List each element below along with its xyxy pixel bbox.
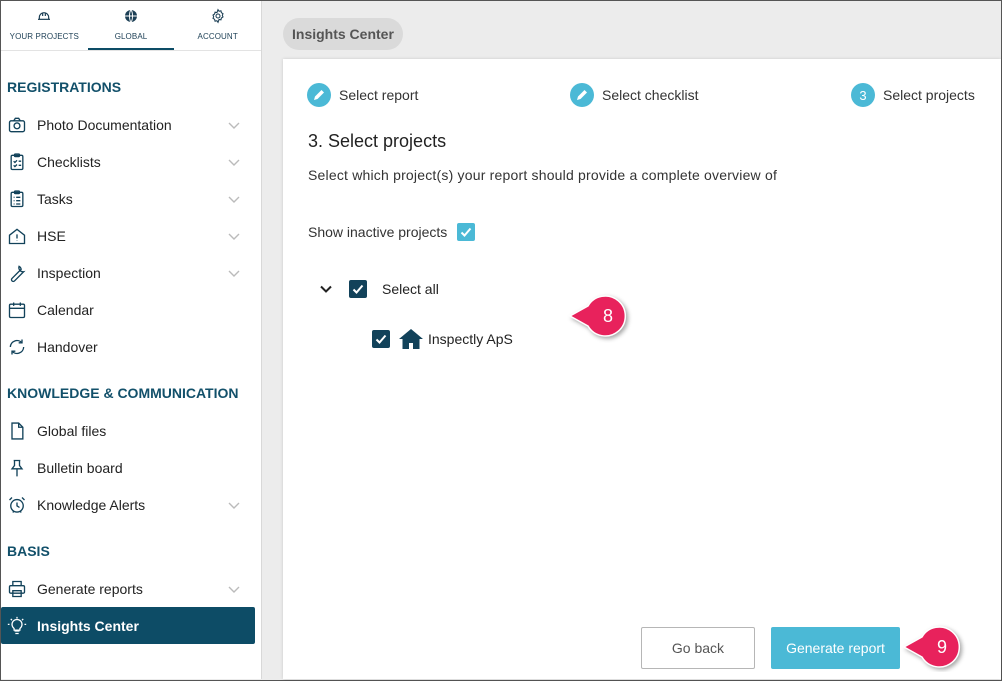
- tab-account[interactable]: ACCOUNT: [174, 1, 261, 50]
- tab-label: GLOBAL: [114, 32, 148, 41]
- annotation-marker-9: 9: [902, 626, 960, 668]
- sidebar-item-generate-reports[interactable]: Generate reports: [1, 570, 261, 607]
- sidebar-item-hse[interactable]: HSE: [1, 217, 261, 254]
- checkmark-icon: [352, 284, 364, 294]
- chevron-down-icon[interactable]: [319, 282, 333, 296]
- sidebar-item-knowledge-alerts[interactable]: Knowledge Alerts: [1, 486, 261, 523]
- section-registrations: REGISTRATIONS: [7, 79, 122, 95]
- show-inactive-row: Show inactive projects: [308, 223, 476, 241]
- select-all-row: Select all: [319, 280, 439, 298]
- select-all-checkbox[interactable]: [349, 280, 367, 298]
- top-navigation: YOUR PROJECTS GLOBAL ACCOUNT: [1, 1, 261, 51]
- annotation-number: 8: [603, 306, 613, 326]
- sidebar-item-label: HSE: [37, 227, 66, 244]
- home-icon: [399, 329, 423, 349]
- sidebar-item-label: Bulletin board: [37, 459, 123, 476]
- sync-icon: [7, 337, 27, 357]
- checkmark-icon: [461, 227, 472, 237]
- sidebar-item-label: Checklists: [37, 153, 101, 170]
- chevron-down-icon[interactable]: [227, 229, 241, 243]
- sidebar-item-label: Generate reports: [37, 580, 143, 597]
- gear-icon: [212, 8, 224, 24]
- sidebar-item-bulletin-board[interactable]: Bulletin board: [1, 449, 261, 486]
- step-select-checklist[interactable]: Select checklist: [570, 83, 698, 107]
- step-select-report[interactable]: Select report: [307, 83, 418, 107]
- hard-hat-icon: [38, 12, 51, 20]
- annotation-number: 9: [937, 637, 947, 657]
- section-basis: BASIS: [7, 543, 50, 559]
- sidebar-item-handover[interactable]: Handover: [1, 328, 261, 365]
- tab-label: ACCOUNT: [197, 32, 238, 41]
- project-name: Inspectly ApS: [428, 331, 513, 347]
- sidebar-item-label: Knowledge Alerts: [37, 496, 146, 513]
- project-checkbox[interactable]: [372, 330, 390, 348]
- wizard-card: Select report Select checklist 3 Select …: [283, 59, 1001, 679]
- wrench-icon: [7, 263, 27, 283]
- clipboard-check-icon: [7, 152, 27, 172]
- tab-global[interactable]: GLOBAL: [87, 1, 175, 50]
- sidebar-item-label: Tasks: [37, 190, 73, 207]
- show-inactive-label: Show inactive projects: [308, 224, 448, 240]
- section-heading: 3. Select projects: [308, 131, 447, 151]
- camera-icon: [7, 115, 27, 135]
- file-icon: [7, 421, 27, 441]
- step-number: 3: [851, 83, 875, 107]
- wizard-steps: Select report Select checklist 3 Select …: [307, 83, 975, 107]
- section-knowledge-communication: KNOWLEDGE & COMMUNICATION: [7, 385, 239, 401]
- sidebar-item-label: Insights Center: [37, 617, 139, 634]
- step-select-projects[interactable]: 3 Select projects: [851, 83, 975, 107]
- chevron-down-icon[interactable]: [227, 155, 241, 169]
- sidebar-item-insights-center[interactable]: Insights Center: [1, 607, 255, 644]
- globe-icon: [125, 9, 137, 23]
- lightbulb-icon: [7, 616, 27, 636]
- tab-label: YOUR PROJECTS: [9, 32, 79, 41]
- house-warning-icon: [7, 226, 27, 246]
- checkmark-icon: [375, 334, 387, 344]
- sidebar-item-label: Handover: [37, 338, 98, 355]
- sidebar-item-label: Calendar: [37, 301, 94, 318]
- chevron-down-icon[interactable]: [227, 266, 241, 280]
- select-all-label: Select all: [382, 281, 439, 297]
- go-back-button[interactable]: Go back: [641, 627, 755, 669]
- section-description: Select which project(s) your report shou…: [308, 167, 778, 183]
- sidebar-item-global-files[interactable]: Global files: [1, 412, 261, 449]
- chevron-down-icon[interactable]: [227, 118, 241, 132]
- step-label: Select checklist: [602, 87, 699, 103]
- sidebar-item-tasks[interactable]: Tasks: [1, 180, 261, 217]
- sidebar-item-label: Photo Documentation: [37, 116, 172, 133]
- sidebar-item-inspection[interactable]: Inspection: [1, 254, 261, 291]
- project-row: Inspectly ApS: [372, 328, 513, 350]
- generate-report-button[interactable]: Generate report: [771, 627, 900, 669]
- pin-icon: [7, 458, 27, 478]
- step-label: Select report: [339, 87, 419, 103]
- breadcrumb: Insights Center: [283, 18, 403, 50]
- chevron-down-icon[interactable]: [227, 192, 241, 206]
- sidebar: YOUR PROJECTS GLOBAL ACCOUNT REGISTRATIO…: [1, 1, 262, 679]
- sidebar-item-photo-documentation[interactable]: Photo Documentation: [1, 106, 261, 143]
- pencil-icon: [307, 83, 331, 107]
- chevron-down-icon[interactable]: [227, 498, 241, 512]
- alarm-clock-icon: [7, 495, 27, 515]
- step-label: Select projects: [883, 87, 975, 103]
- pencil-icon: [570, 83, 594, 107]
- printer-icon: [7, 579, 27, 599]
- chevron-down-icon[interactable]: [227, 582, 241, 596]
- annotation-marker-8: 8: [568, 295, 626, 337]
- show-inactive-checkbox[interactable]: [457, 223, 476, 241]
- clipboard-list-icon: [7, 189, 27, 209]
- sidebar-item-label: Global files: [37, 422, 107, 439]
- sidebar-item-checklists[interactable]: Checklists: [1, 143, 261, 180]
- calendar-icon: [7, 300, 27, 320]
- sidebar-item-label: Inspection: [37, 264, 101, 281]
- tab-your-projects[interactable]: YOUR PROJECTS: [1, 1, 88, 50]
- sidebar-item-calendar[interactable]: Calendar: [1, 291, 261, 328]
